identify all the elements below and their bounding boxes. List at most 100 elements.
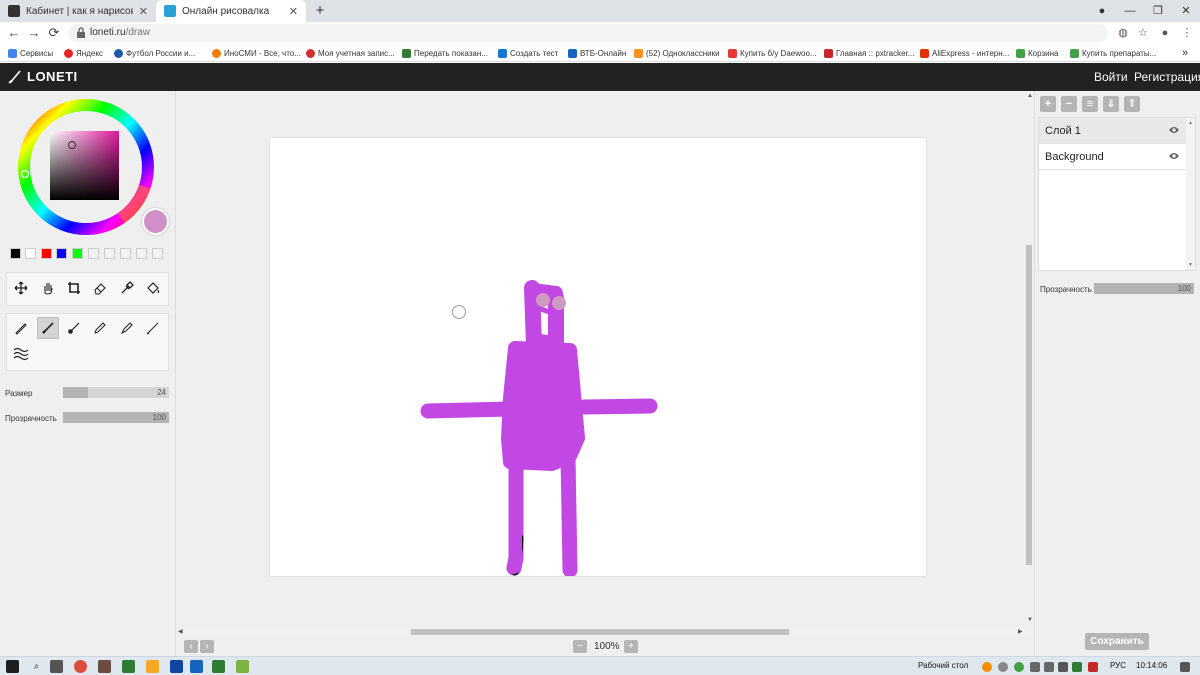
login-link[interactable]: Войти	[1094, 70, 1128, 84]
move-layer-down-button[interactable]: ⇓	[1103, 96, 1119, 112]
layers-scrollbar[interactable]: ▲ ▼	[1186, 118, 1195, 270]
current-color-swatch[interactable]	[142, 208, 169, 235]
zoom-out-button[interactable]: −	[573, 640, 587, 653]
bookmark-drugs[interactable]: Купить препараты...	[1070, 47, 1156, 59]
tray-icon[interactable]	[982, 662, 992, 672]
bookmark-services[interactable]: Сервисы	[8, 47, 53, 59]
scroll-up-icon[interactable]: ▲	[1027, 93, 1033, 99]
merge-layer-button[interactable]: ≡	[1082, 96, 1098, 112]
maximize-icon[interactable]: ❐	[1144, 0, 1172, 22]
language-indicator[interactable]: РУС	[1110, 661, 1126, 670]
start-icon[interactable]	[6, 660, 19, 673]
app-icon[interactable]	[122, 660, 135, 673]
desktop-label[interactable]: Рабочий стол	[918, 661, 968, 670]
move-layer-up-button[interactable]: ⇑	[1124, 96, 1140, 112]
notifications-icon[interactable]	[1180, 662, 1190, 672]
reload-icon[interactable]: ⟳	[46, 25, 62, 41]
crop-tool[interactable]	[63, 277, 85, 299]
bookmark-cart[interactable]: Корзина	[1016, 47, 1058, 59]
menu-icon[interactable]: ⋮	[1180, 26, 1194, 40]
scroll-left-icon[interactable]: ◀	[178, 628, 183, 635]
star-icon[interactable]: ☆	[1136, 26, 1150, 40]
palette-swatch[interactable]	[104, 248, 115, 259]
bookmark-football[interactable]: Футбол России и...	[114, 47, 195, 59]
palette-swatch[interactable]	[152, 248, 163, 259]
app-icon[interactable]	[98, 660, 111, 673]
palette-swatch[interactable]	[120, 248, 131, 259]
remove-layer-button[interactable]: −	[1061, 96, 1077, 112]
tray-icon[interactable]	[1088, 662, 1098, 672]
pen-tool[interactable]	[89, 317, 111, 339]
bookmark-vtb[interactable]: ВТБ-Онлайн	[568, 47, 626, 59]
airbrush-tool[interactable]	[142, 317, 164, 339]
tray-icon[interactable]	[1014, 662, 1024, 672]
zoom-in-button[interactable]: +	[624, 640, 638, 653]
bookmark-inosmi[interactable]: ИноСМИ - Все, что...	[212, 47, 301, 59]
more-bookmarks-icon[interactable]: »	[1182, 47, 1188, 59]
tray-icon[interactable]	[1058, 662, 1068, 672]
redo-button[interactable]: ›	[200, 640, 214, 653]
word-icon[interactable]	[190, 660, 203, 673]
bookmark-aliexpress[interactable]: AliExpress - интерн...	[920, 47, 1009, 59]
palette-swatch[interactable]	[25, 248, 36, 259]
brush-tool[interactable]	[37, 317, 59, 339]
palette-swatch[interactable]	[41, 248, 52, 259]
torrent-icon[interactable]	[236, 660, 249, 673]
size-slider[interactable]: 24	[63, 387, 169, 398]
save-button[interactable]: Сохранить	[1085, 633, 1149, 650]
layer-item-layer1[interactable]: Слой 1	[1039, 118, 1186, 144]
horizontal-scroll-thumb[interactable]	[411, 629, 789, 635]
vertical-scroll-thumb[interactable]	[1026, 245, 1032, 565]
scroll-right-icon[interactable]: ▶	[1018, 628, 1023, 635]
extension-icon[interactable]: ●	[1158, 26, 1172, 40]
excel-icon[interactable]	[212, 660, 225, 673]
volume-icon[interactable]	[1044, 662, 1054, 672]
round-brush-tool[interactable]	[63, 317, 85, 339]
network-icon[interactable]	[1030, 662, 1040, 672]
bookmark-create-test[interactable]: Создать тест	[498, 47, 558, 59]
scroll-down-icon[interactable]: ▼	[1188, 262, 1193, 268]
bookmark-readings[interactable]: Передать показан...	[402, 47, 488, 59]
vertical-scrollbar[interactable]: ▲ ▼	[1024, 91, 1034, 627]
bookmark-pxtracker[interactable]: Главная :: pxtracker...	[824, 47, 914, 59]
fill-tool[interactable]	[142, 277, 164, 299]
new-tab-button[interactable]: +	[312, 2, 328, 20]
scroll-down-icon[interactable]: ▼	[1027, 617, 1033, 623]
eye-icon[interactable]	[1168, 152, 1180, 160]
palette-swatch[interactable]	[88, 248, 99, 259]
url-field[interactable]: loneti.ru/draw	[68, 24, 1108, 42]
pencil-tool[interactable]	[10, 317, 32, 339]
close-window-icon[interactable]: ✕	[1172, 0, 1200, 22]
move-tool[interactable]	[10, 277, 32, 299]
bookmark-account[interactable]: Моя учетная запис...	[306, 47, 395, 59]
incognito-icon[interactable]: ◍	[1116, 26, 1130, 40]
marker-tool[interactable]	[116, 317, 138, 339]
palette-swatch[interactable]	[72, 248, 83, 259]
opacity-slider[interactable]: 100	[63, 412, 169, 423]
close-icon[interactable]: ✕	[139, 5, 148, 18]
layer-item-background[interactable]: Background	[1039, 144, 1186, 170]
eye-icon[interactable]	[1168, 126, 1180, 134]
palette-swatch[interactable]	[136, 248, 147, 259]
browser-tab-draw[interactable]: Онлайн рисовалка ✕	[156, 0, 306, 22]
hand-tool[interactable]	[37, 277, 59, 299]
search-icon[interactable]: ⌕	[30, 660, 43, 673]
eyedropper-tool[interactable]	[116, 277, 138, 299]
add-layer-button[interactable]: +	[1040, 96, 1056, 112]
browser-tab-cabinet[interactable]: Кабинет | как я нарисовал моб ✕	[0, 0, 156, 22]
task-view-icon[interactable]	[50, 660, 63, 673]
back-icon[interactable]: ←	[6, 25, 22, 41]
smudge-tool[interactable]	[10, 343, 32, 365]
logo[interactable]: LONETI	[8, 69, 78, 84]
forward-icon[interactable]: →	[26, 25, 42, 41]
bookmark-daewoo[interactable]: Купить б/у Daewoo...	[728, 47, 817, 59]
palette-swatch[interactable]	[10, 248, 21, 259]
bookmark-yandex[interactable]: Яндекс	[64, 47, 103, 59]
tray-icon[interactable]	[998, 662, 1008, 672]
layer-opacity-slider[interactable]: 100	[1094, 283, 1194, 294]
drawing-canvas[interactable]	[270, 138, 926, 578]
folder-icon[interactable]	[146, 660, 159, 673]
eraser-tool[interactable]	[89, 277, 111, 299]
clock[interactable]: 10:14:06	[1136, 661, 1167, 670]
tray-icon[interactable]	[1072, 662, 1082, 672]
